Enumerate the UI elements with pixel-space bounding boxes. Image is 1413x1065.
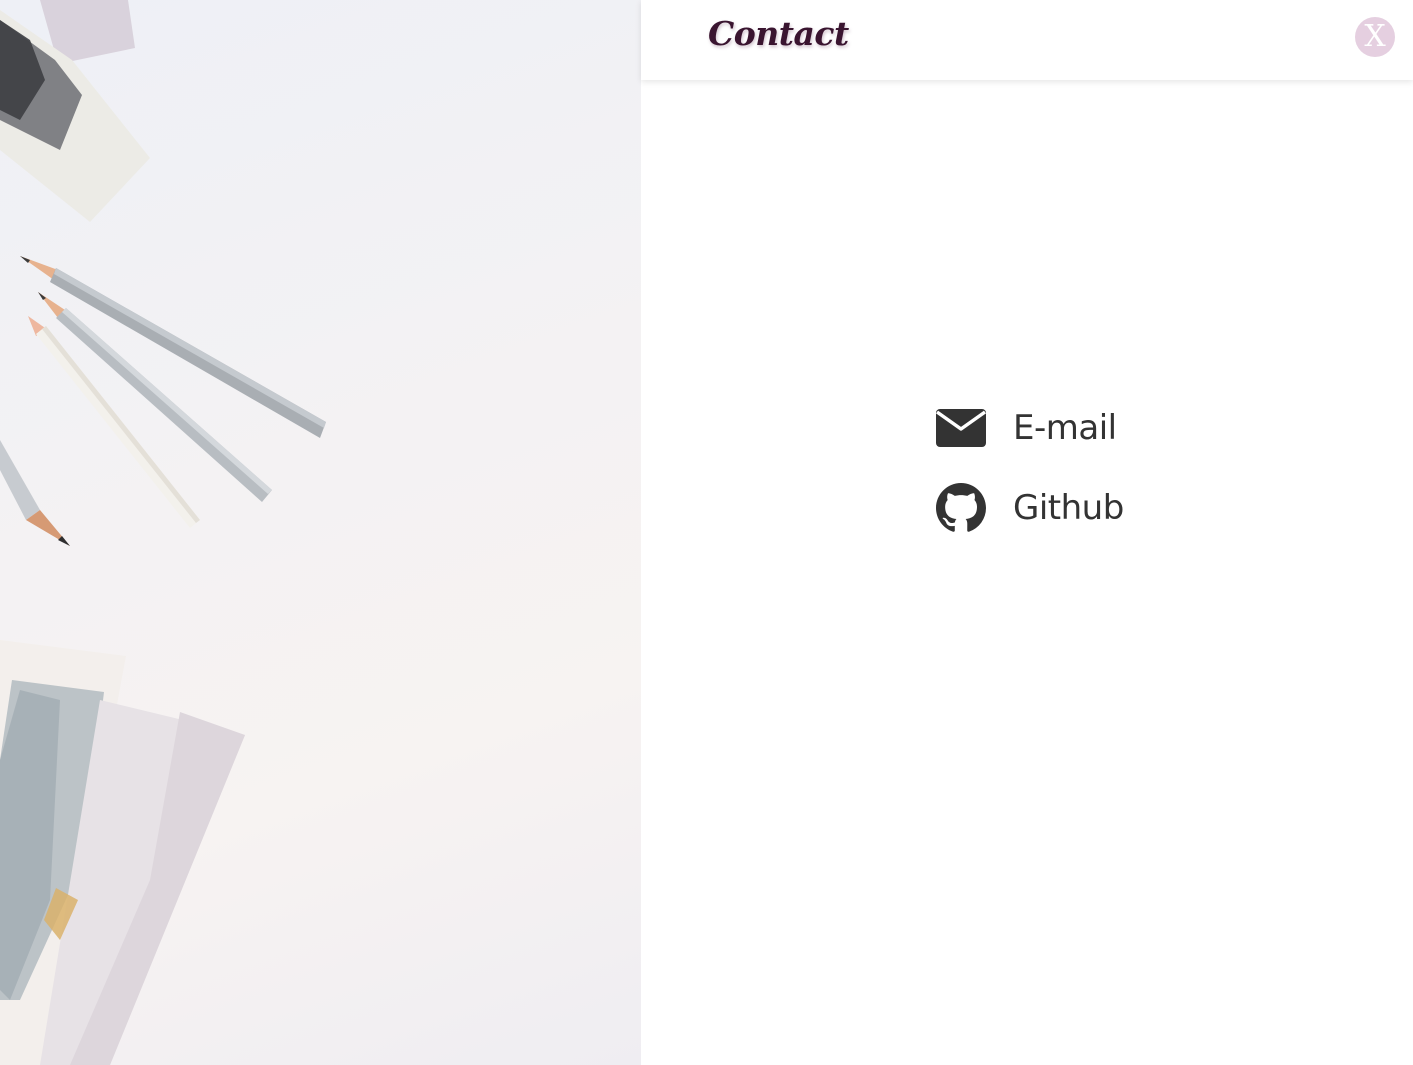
close-button[interactable]: X — [1355, 17, 1395, 57]
background-photo — [0, 0, 641, 1065]
contact-links: E-mail Github — [935, 402, 1124, 562]
contact-header: Contact X — [641, 0, 1413, 80]
email-link[interactable]: E-mail — [935, 402, 1124, 454]
page-title: Contact — [708, 14, 849, 53]
envelope-icon — [935, 402, 987, 454]
desk-illustration — [0, 0, 326, 1065]
github-icon — [935, 482, 987, 534]
github-link[interactable]: Github — [935, 482, 1124, 534]
pencil-4 — [0, 440, 70, 546]
email-link-label: E-mail — [1013, 408, 1117, 448]
page: Contact X E-mail Github — [0, 0, 1413, 1065]
contact-panel: Contact X E-mail Github — [641, 0, 1413, 1065]
github-link-label: Github — [1013, 488, 1124, 528]
